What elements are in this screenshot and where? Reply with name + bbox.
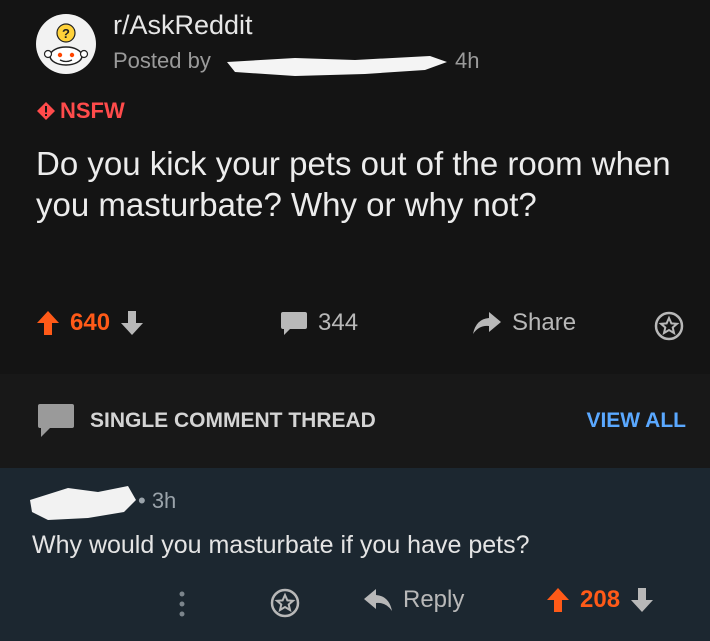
view-all-link[interactable]: VIEW ALL	[586, 409, 686, 433]
nsfw-label: NSFW	[60, 98, 125, 123]
more-options-button[interactable]	[178, 590, 186, 618]
comment-action-bar: Reply 208	[0, 586, 710, 622]
more-options-icon	[179, 591, 185, 617]
redacted-commenter	[30, 486, 136, 520]
subreddit-name[interactable]: r/AskReddit	[113, 10, 253, 41]
comment-card: • 3h Why would you masturbate if you hav…	[0, 468, 710, 641]
redacted-username	[227, 56, 447, 76]
award-icon	[654, 311, 684, 341]
svg-text:?: ?	[62, 26, 70, 41]
comment-score: 208	[580, 586, 621, 613]
comment-count: 344	[318, 309, 359, 336]
comment-award-button[interactable]	[270, 588, 300, 618]
subreddit-avatar-icon[interactable]: ?	[36, 14, 96, 74]
comment-text: Why would you masturbate if you have pet…	[32, 531, 530, 559]
share-arrow-icon	[473, 312, 501, 334]
post-action-bar: 640 344 Share	[36, 309, 686, 345]
downvote-arrow-icon[interactable]	[630, 587, 654, 613]
nsfw-tag: NSFW	[36, 98, 125, 124]
reply-arrow-icon	[364, 589, 392, 611]
upvote-count: 640	[70, 309, 111, 336]
award-button[interactable]	[654, 311, 684, 341]
post-title[interactable]: Do you kick your pets out of the room wh…	[36, 143, 686, 225]
upvote-arrow-icon[interactable]	[36, 310, 60, 336]
post-age: 4h	[455, 48, 480, 73]
posted-by-label: Posted by	[113, 48, 211, 73]
comment-age: • 3h	[138, 488, 177, 513]
reply-button[interactable]: Reply	[363, 586, 464, 614]
post-card: ? r/AskReddit Posted by 4h NSFW Do you k…	[0, 0, 710, 374]
single-comment-thread-bar: SINGLE COMMENT THREAD VIEW ALL	[0, 374, 710, 468]
comment-bubble-icon	[38, 404, 74, 437]
reply-label: Reply	[403, 586, 465, 613]
upvote-arrow-icon[interactable]	[546, 587, 570, 613]
share-button[interactable]: Share	[472, 309, 576, 337]
comment-bubble-icon	[281, 312, 307, 335]
nsfw-diamond-icon	[37, 102, 55, 120]
vote-group: 640	[36, 309, 144, 337]
comment-vote-group: 208	[546, 586, 654, 614]
downvote-arrow-icon[interactable]	[120, 310, 144, 336]
thread-label: SINGLE COMMENT THREAD	[90, 409, 376, 432]
comments-button[interactable]: 344	[280, 309, 358, 337]
share-label: Share	[512, 309, 577, 336]
award-icon	[270, 588, 300, 618]
